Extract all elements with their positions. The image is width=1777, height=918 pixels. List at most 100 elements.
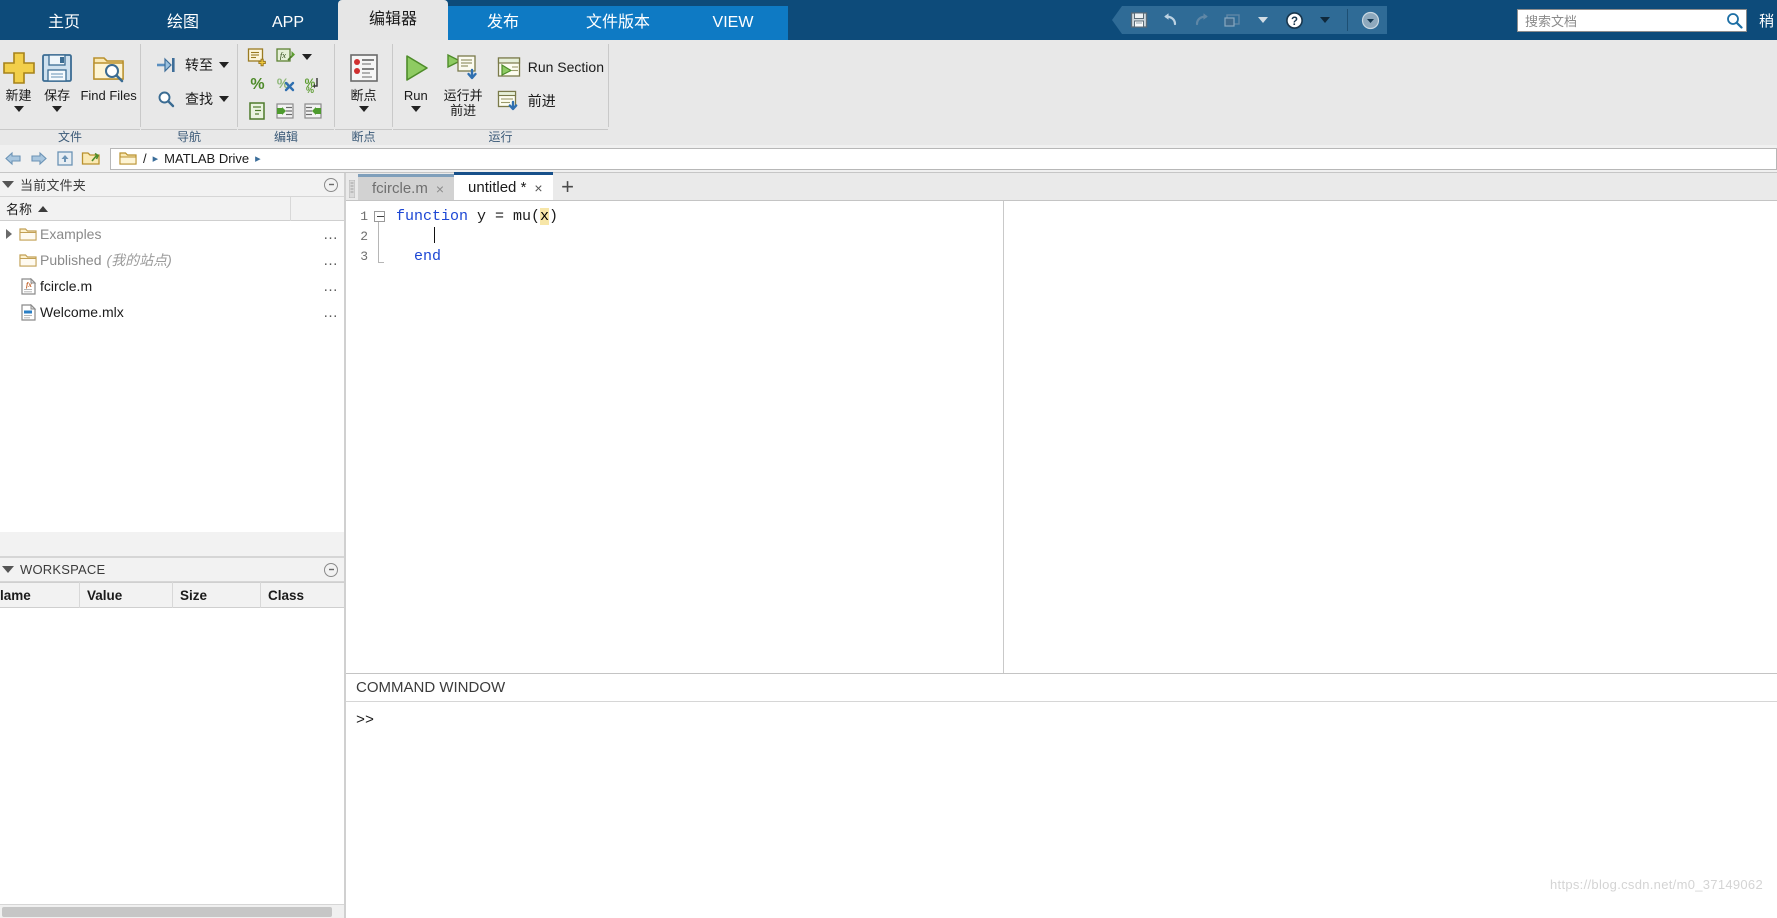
goto-button[interactable]: 转至 bbox=[149, 52, 233, 78]
quick-access-chevron bbox=[1112, 6, 1122, 34]
layout-dropdown-caret-icon[interactable] bbox=[1252, 9, 1274, 31]
run-section-button[interactable]: Run Section bbox=[492, 54, 608, 80]
tab-publish[interactable]: 发布 bbox=[448, 6, 558, 40]
new-dropdown-caret-icon[interactable] bbox=[13, 106, 24, 112]
collapse-caret-icon[interactable] bbox=[2, 181, 14, 188]
save-icon[interactable] bbox=[1128, 9, 1150, 31]
tab-editor[interactable]: 编辑器 bbox=[338, 0, 448, 40]
breakpoints-button[interactable]: 断点 bbox=[335, 46, 392, 112]
up-folder-icon[interactable] bbox=[52, 147, 78, 171]
row-context-menu-button[interactable]: … bbox=[316, 278, 346, 295]
search-input[interactable]: 搜索文档 bbox=[1518, 11, 1722, 30]
help-icon[interactable]: ? bbox=[1283, 9, 1305, 31]
collapse-caret-icon[interactable] bbox=[2, 566, 14, 573]
column-header-size[interactable]: Size bbox=[173, 582, 261, 608]
editor-tab-label: fcircle.m bbox=[372, 180, 428, 197]
run-button[interactable]: Run bbox=[393, 46, 439, 112]
expand-toggle[interactable] bbox=[2, 229, 16, 239]
close-icon[interactable]: × bbox=[534, 180, 542, 196]
run-advance-button-label-line2: 前进 bbox=[450, 103, 477, 118]
ribbon-group-file-body: 新建 保存 Find Files bbox=[0, 40, 140, 129]
breadcrumb-matlab-drive[interactable]: MATLAB Drive bbox=[164, 151, 249, 166]
uncomment-icon[interactable]: % bbox=[272, 71, 298, 97]
folder-icon bbox=[16, 227, 40, 242]
row-context-menu-button[interactable]: … bbox=[316, 252, 346, 269]
tab-home[interactable]: 主页 bbox=[0, 6, 128, 40]
back-icon[interactable] bbox=[0, 147, 26, 171]
ribbon-group-edit-label: 编辑 bbox=[238, 129, 334, 145]
run-advance-button[interactable]: 运行并 前进 bbox=[439, 46, 488, 118]
column-header-name[interactable]: 名称 bbox=[0, 196, 291, 221]
advance-button[interactable]: 前进 bbox=[492, 88, 608, 114]
undo-icon[interactable] bbox=[1159, 9, 1181, 31]
list-item-note: (我的站点) bbox=[106, 252, 172, 268]
advance-icon bbox=[496, 88, 522, 114]
list-item-label: fcircle.m bbox=[40, 278, 93, 294]
current-folder-file-list: Examples … Published (我的站点) … fx fcircle… bbox=[0, 221, 346, 532]
breadcrumb-root[interactable]: / bbox=[143, 151, 147, 166]
indent-left-icon[interactable] bbox=[300, 98, 326, 124]
indent-right-icon[interactable] bbox=[272, 98, 298, 124]
svg-text:fx: fx bbox=[26, 281, 32, 289]
breakpoints-dropdown-caret-icon[interactable] bbox=[358, 106, 369, 112]
editor-tab-grip-icon[interactable] bbox=[346, 178, 358, 200]
breadcrumb-separator-1: ▸ bbox=[152, 153, 159, 165]
code-text[interactable]: function y = mu(x) end bbox=[390, 201, 1003, 673]
layout-icon[interactable] bbox=[1221, 9, 1243, 31]
breadcrumb[interactable]: / ▸ MATLAB Drive ▸ bbox=[110, 147, 1777, 170]
column-header-value[interactable]: Value bbox=[80, 582, 173, 608]
find-button[interactable]: 查找 bbox=[149, 86, 233, 112]
tab-apps[interactable]: APP bbox=[238, 6, 338, 40]
ribbon-tab-bar: 主页 绘图 APP 编辑器 发布 文件版本 VIEW ? 搜索文档 稍 bbox=[0, 0, 1777, 40]
goto-dropdown-caret-icon[interactable] bbox=[219, 62, 229, 68]
scrollbar-thumb[interactable] bbox=[2, 907, 332, 917]
help-dropdown-caret-icon[interactable] bbox=[1314, 9, 1336, 31]
find-button-label: 查找 bbox=[185, 91, 213, 107]
new-button-label: 新建 bbox=[5, 88, 32, 103]
goto-icon bbox=[153, 52, 179, 78]
save-button[interactable]: 保存 bbox=[37, 46, 77, 112]
search-icon[interactable] bbox=[1722, 12, 1746, 29]
tab-view[interactable]: VIEW bbox=[678, 6, 788, 40]
editor-tab-fcircle[interactable]: fcircle.m × bbox=[358, 174, 455, 200]
find-dropdown-caret-icon[interactable] bbox=[219, 96, 229, 102]
code-token-plain: y = mu( bbox=[468, 208, 541, 225]
list-item[interactable]: Published (我的站点) … bbox=[0, 247, 346, 273]
run-dropdown-caret-icon[interactable] bbox=[410, 106, 421, 112]
current-folder-options-button[interactable] bbox=[324, 177, 338, 192]
collapse-ribbon-button[interactable] bbox=[1359, 9, 1381, 31]
row-context-menu-button[interactable]: … bbox=[316, 226, 346, 243]
refactor-icon[interactable]: fx bbox=[272, 44, 298, 70]
list-item[interactable]: Welcome.mlx … bbox=[0, 299, 346, 325]
new-button[interactable]: 新建 bbox=[0, 46, 37, 112]
redo-icon[interactable] bbox=[1190, 9, 1212, 31]
insert-icon[interactable] bbox=[244, 44, 270, 70]
smart-indent-icon[interactable] bbox=[244, 98, 270, 124]
close-icon[interactable]: × bbox=[436, 181, 444, 197]
refactor-caret-icon[interactable] bbox=[300, 44, 314, 70]
comment-icon[interactable]: % bbox=[244, 71, 270, 97]
run-button-label: Run bbox=[403, 88, 428, 103]
search-documentation-box[interactable]: 搜索文档 bbox=[1517, 9, 1747, 32]
workspace-options-button[interactable] bbox=[324, 562, 338, 577]
tab-plots[interactable]: 绘图 bbox=[128, 6, 238, 40]
list-item[interactable]: fx fcircle.m … bbox=[0, 273, 346, 299]
row-context-menu-button[interactable]: … bbox=[316, 304, 346, 321]
save-dropdown-caret-icon[interactable] bbox=[52, 106, 63, 112]
column-header-class[interactable]: Class bbox=[261, 582, 346, 608]
ribbon-group-edit: fx % % % % 编辑 bbox=[238, 40, 334, 145]
command-window-body[interactable]: >> bbox=[346, 702, 1777, 729]
code-fold-toggle[interactable] bbox=[373, 211, 385, 222]
browse-folder-icon[interactable] bbox=[78, 147, 104, 171]
left-panel-horizontal-scrollbar[interactable] bbox=[0, 904, 346, 918]
editor-tab-untitled[interactable]: untitled * × bbox=[454, 172, 553, 200]
column-header-name[interactable]: lame bbox=[0, 582, 80, 608]
list-item[interactable]: Examples … bbox=[0, 221, 346, 247]
wrap-comment-icon[interactable]: % % bbox=[300, 71, 326, 97]
code-token-keyword: function bbox=[396, 208, 469, 225]
find-files-button[interactable]: Find Files bbox=[77, 46, 140, 103]
tab-file-version[interactable]: 文件版本 bbox=[558, 6, 678, 40]
forward-icon[interactable] bbox=[26, 147, 52, 171]
code-area[interactable]: 1 2 3 function y = mu(x) end bbox=[346, 201, 1003, 673]
new-editor-tab-button[interactable]: + bbox=[553, 174, 583, 200]
